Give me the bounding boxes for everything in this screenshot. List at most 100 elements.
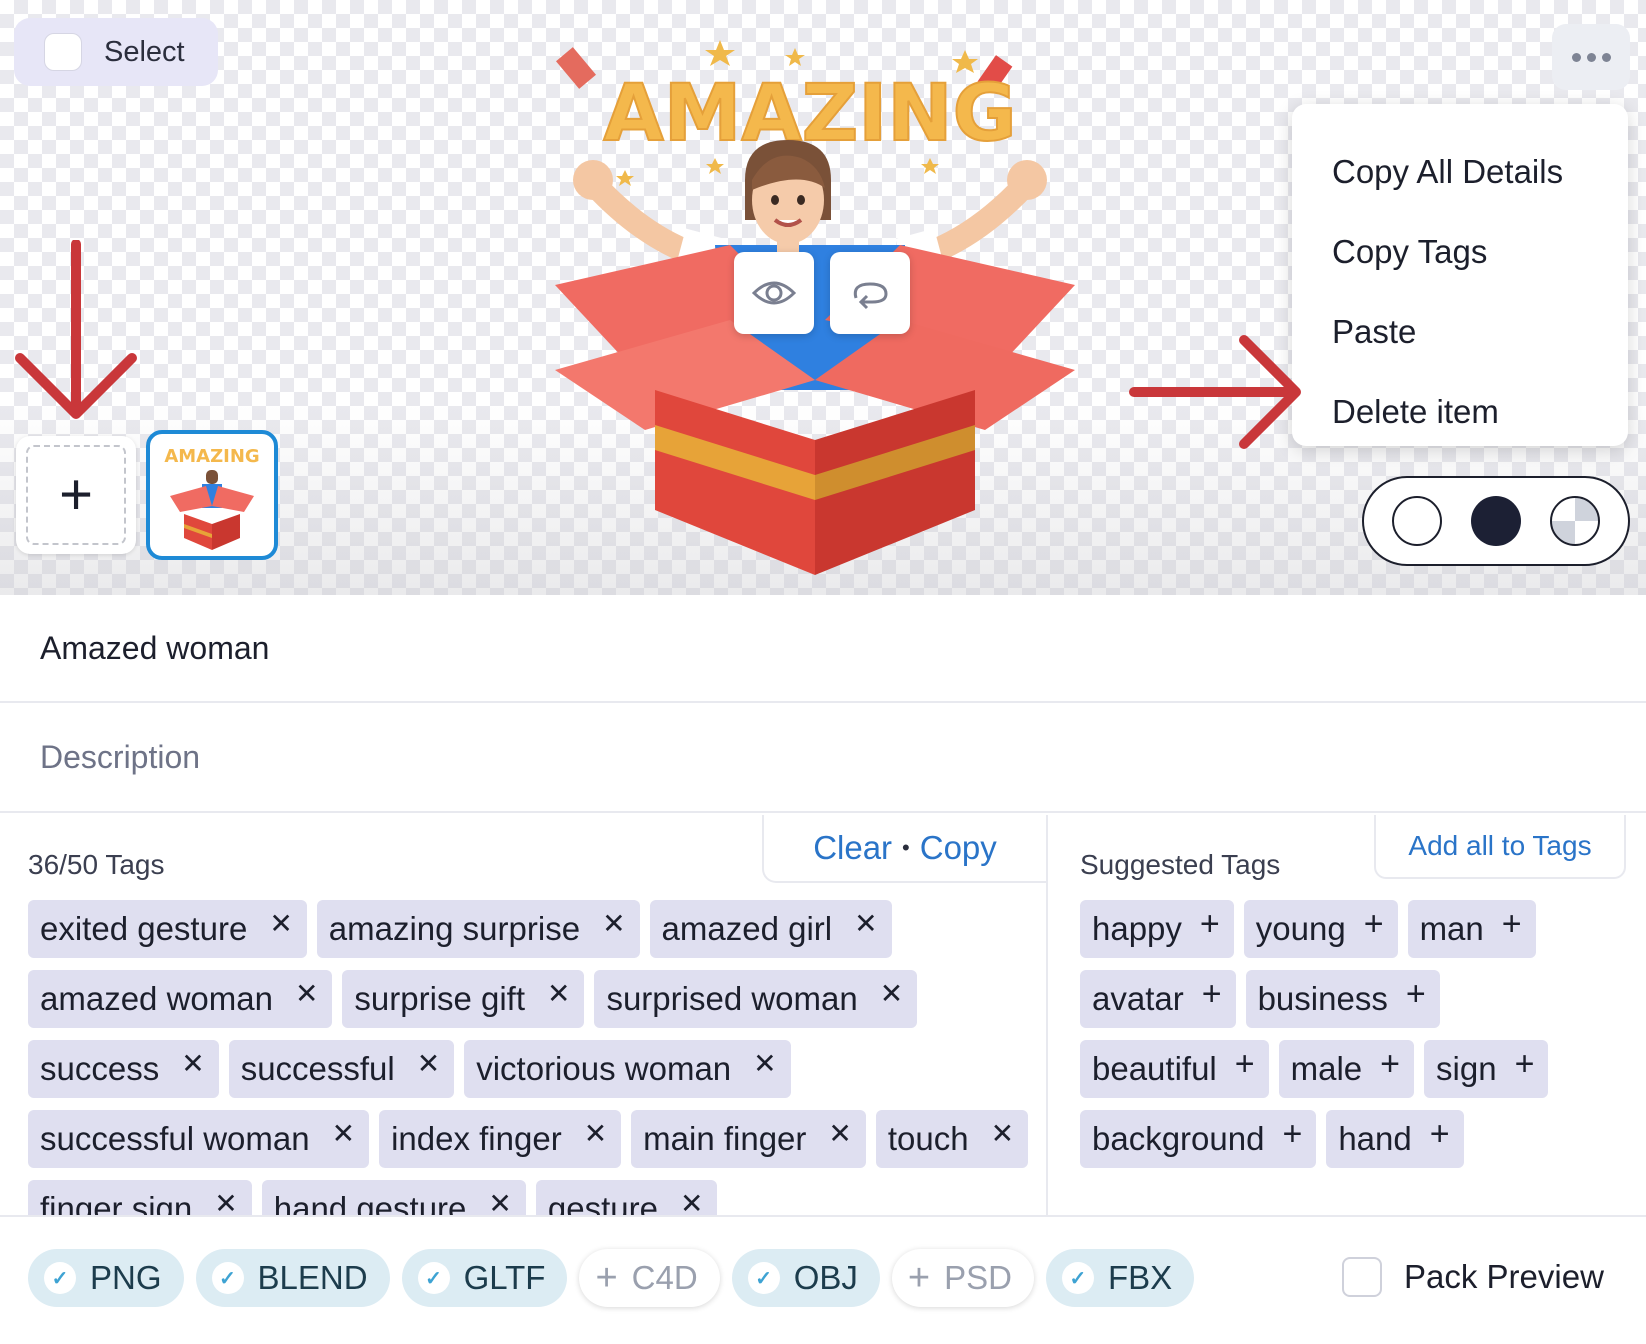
bg-dark-option[interactable] [1470, 496, 1521, 546]
menu-item-paste[interactable]: Paste [1292, 292, 1628, 372]
tag-label: surprise gift [354, 980, 525, 1017]
more-dot [1601, 52, 1611, 62]
suggested-tag-label: sign [1436, 1050, 1497, 1087]
remove-tag-icon[interactable]: ✕ [880, 977, 903, 1010]
tag-label: hand gesture [273, 1190, 467, 1215]
menu-item-copy-tags[interactable]: Copy Tags [1292, 212, 1628, 292]
add-tag-icon[interactable]: + [1282, 1115, 1302, 1154]
add-tag-icon[interactable]: + [1406, 975, 1426, 1014]
tag-label: success [40, 1050, 160, 1087]
add-tag-icon[interactable]: + [1200, 905, 1220, 944]
add-tag-icon[interactable]: + [1430, 1115, 1450, 1154]
tag-chip: amazed girl ✕ [649, 900, 892, 958]
pack-preview-label: Pack Preview [1404, 1258, 1604, 1295]
tag-label: index finger [391, 1120, 562, 1157]
preview-eye-button[interactable] [734, 252, 814, 334]
format-label: OBJ [793, 1259, 858, 1296]
remove-tag-icon[interactable]: ✕ [602, 907, 625, 940]
description-field[interactable]: Description [0, 703, 1646, 813]
remove-tag-icon[interactable]: ✕ [991, 1117, 1014, 1150]
tag-label: main finger [643, 1120, 807, 1157]
remove-tag-icon[interactable]: ✕ [181, 1047, 204, 1080]
format-chip-gltf[interactable]: ✓ GLTF [401, 1249, 568, 1307]
suggested-tag-list: happy + young + man + avatar + business + beautifu… [1080, 900, 1620, 1168]
swap-view-button[interactable] [830, 252, 910, 334]
remove-tag-icon[interactable]: ✕ [488, 1187, 511, 1216]
remove-tag-icon[interactable]: ✕ [269, 907, 292, 940]
suggested-tag-chip[interactable]: hand + [1326, 1110, 1464, 1168]
tags-count: 36/50 Tags [28, 849, 165, 880]
format-selector: ✓ PNG ✓ BLEND ✓ GLTF + C4D ✓ OBJ + PSD ✓ FBX [28, 1249, 1195, 1307]
suggested-tag-chip[interactable]: happy + [1080, 900, 1234, 958]
suggested-tag-chip[interactable]: male + [1278, 1040, 1415, 1098]
tag-label: surprised woman [606, 980, 858, 1017]
more-dot [1586, 52, 1596, 62]
add-variant-button[interactable]: + [16, 436, 136, 554]
check-icon: ✓ [44, 1262, 76, 1294]
tag-label: amazed girl [661, 910, 833, 947]
format-chip-psd[interactable]: + PSD [891, 1249, 1034, 1307]
remove-tag-icon[interactable]: ✕ [753, 1047, 776, 1080]
format-chip-blend[interactable]: ✓ BLEND [195, 1249, 390, 1307]
suggested-tag-chip[interactable]: avatar + [1080, 970, 1236, 1028]
remove-tag-icon[interactable]: ✕ [584, 1117, 607, 1150]
suggested-tag-chip[interactable]: beautiful + [1080, 1040, 1269, 1098]
add-tag-icon[interactable]: + [1380, 1045, 1400, 1084]
add-tag-icon[interactable]: + [1235, 1045, 1255, 1084]
check-icon: ✓ [747, 1262, 780, 1294]
remove-tag-icon[interactable]: ✕ [680, 1187, 703, 1216]
tag-chip: hand gesture ✕ [261, 1180, 526, 1216]
tag-chip: successful ✕ [228, 1040, 455, 1098]
copy-tags-button[interactable]: Copy [920, 829, 997, 867]
remove-tag-icon[interactable]: ✕ [854, 907, 877, 940]
tag-label: finger sign [40, 1190, 193, 1215]
pack-preview-toggle[interactable]: Pack Preview [1342, 1257, 1604, 1297]
select-toggle[interactable]: Select [14, 18, 218, 86]
suggested-tag-chip[interactable]: background + [1080, 1110, 1317, 1168]
remove-tag-icon[interactable]: ✕ [295, 977, 318, 1010]
suggested-tag-label: happy [1092, 910, 1182, 947]
suggested-tag-chip[interactable]: young + [1243, 900, 1398, 958]
suggested-tag-label: hand [1338, 1120, 1412, 1157]
more-options-button[interactable] [1552, 24, 1630, 90]
variant-thumbnail[interactable]: AMAZING [146, 430, 278, 560]
tags-panel: 36/50 Tags Clear • Copy exited gesture ✕ a… [0, 815, 1048, 1215]
format-chip-fbx[interactable]: ✓ FBX [1045, 1249, 1195, 1307]
format-chip-png[interactable]: ✓ PNG [28, 1249, 184, 1307]
add-tag-icon[interactable]: + [1502, 905, 1522, 944]
remove-tag-icon[interactable]: ✕ [828, 1117, 851, 1150]
check-icon: ✓ [417, 1262, 450, 1294]
add-all-to-tags-button[interactable]: Add all to Tags [1374, 815, 1626, 879]
annotation-arrow-right [1129, 335, 1301, 449]
suggested-tag-chip[interactable]: business + [1245, 970, 1440, 1028]
remove-tag-icon[interactable]: ✕ [214, 1187, 237, 1216]
menu-item-delete[interactable]: Delete item [1292, 372, 1628, 452]
remove-tag-icon[interactable]: ✕ [547, 977, 570, 1010]
menu-item-copy-all-details[interactable]: Copy All Details [1292, 132, 1628, 212]
suggested-tag-label: business [1257, 980, 1388, 1017]
tag-chip: surprise gift ✕ [342, 970, 585, 1028]
format-chip-c4d[interactable]: + C4D [579, 1249, 720, 1307]
bg-white-option[interactable] [1392, 496, 1443, 546]
tag-chip: successful woman ✕ [28, 1110, 370, 1168]
remove-tag-icon[interactable]: ✕ [417, 1047, 440, 1080]
suggested-tag-chip[interactable]: man + [1407, 900, 1536, 958]
format-label: FBX [1107, 1259, 1173, 1296]
bg-transparent-option[interactable] [1549, 496, 1600, 546]
add-tag-icon[interactable]: + [1202, 975, 1222, 1014]
suggested-tag-chip[interactable]: sign + [1424, 1040, 1549, 1098]
add-tag-icon[interactable]: + [1364, 905, 1384, 944]
format-chip-obj[interactable]: ✓ OBJ [731, 1249, 880, 1307]
asset-title-field[interactable]: Amazed woman [0, 595, 1646, 703]
select-checkbox[interactable] [44, 33, 82, 71]
tag-actions: Clear • Copy [762, 815, 1046, 883]
tag-chip: victorious woman ✕ [464, 1040, 791, 1098]
suggested-tag-label: avatar [1092, 980, 1184, 1017]
remove-tag-icon[interactable]: ✕ [332, 1117, 355, 1150]
tag-chip: gesture ✕ [535, 1180, 718, 1216]
add-tag-icon[interactable]: + [1515, 1045, 1535, 1084]
suggested-tag-label: background [1092, 1120, 1265, 1157]
pack-preview-checkbox[interactable] [1342, 1257, 1382, 1297]
check-icon: ✓ [211, 1262, 244, 1294]
clear-tags-button[interactable]: Clear [813, 829, 892, 867]
